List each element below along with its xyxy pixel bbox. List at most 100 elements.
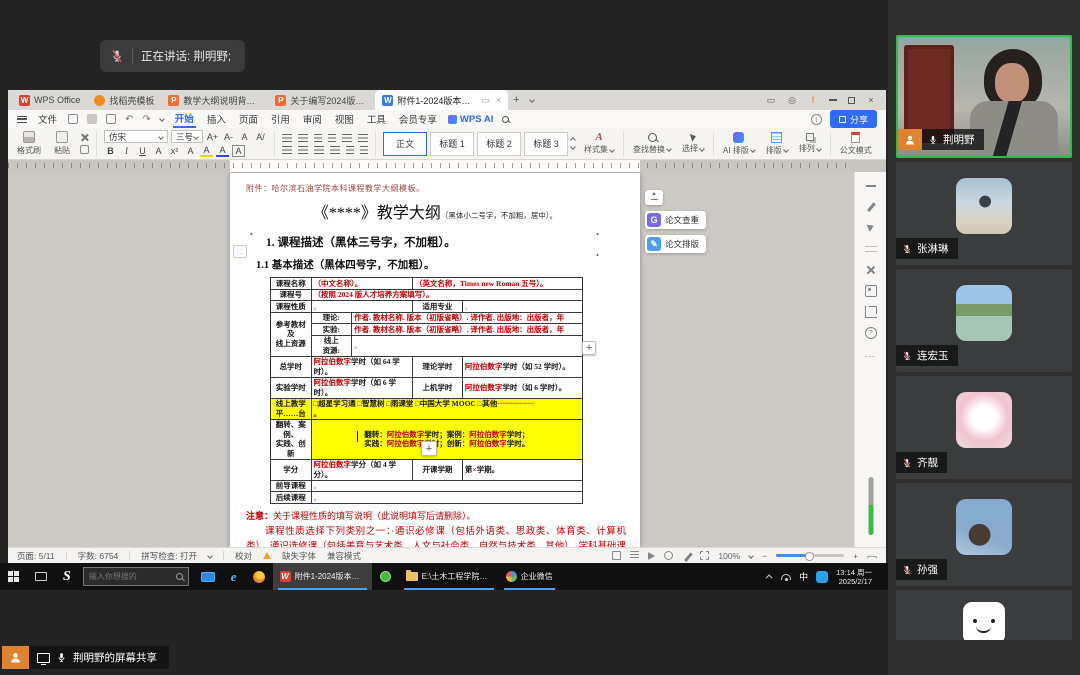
zoom-in-button[interactable]: + <box>853 551 858 561</box>
highlight-color-button[interactable]: A <box>200 145 213 157</box>
maximize-button[interactable] <box>848 97 855 104</box>
typeset-button[interactable]: 排版 <box>764 132 790 156</box>
table-value-cell[interactable]: 作者. 教材名称. 版本（初版省略）. 译作者. 出版地：出版者，年 <box>352 312 583 324</box>
table-label-cell[interactable]: 后续课程 <box>271 492 312 504</box>
taskbar-wecom[interactable]: 企业微信 <box>499 563 560 590</box>
skin-icon[interactable]: ◎ <box>787 95 797 105</box>
table-label-cell[interactable]: 线上资源: <box>311 335 352 356</box>
table-label-cell[interactable]: 翻转、案例、实践、创新 <box>271 419 312 459</box>
table-label-cell[interactable]: 总学时 <box>271 356 312 377</box>
style-heading2[interactable]: 标题 2 <box>477 132 521 156</box>
clear-format-icon[interactable]: A/ <box>254 132 267 142</box>
menu-member[interactable]: 会员专享 <box>397 112 439 126</box>
ink-icon[interactable] <box>682 551 691 560</box>
arrange-button[interactable]: 排列 <box>797 133 823 154</box>
play-view-icon[interactable] <box>648 552 655 560</box>
table-insert-row-button[interactable]: + <box>421 441 437 456</box>
fit-page-icon[interactable] <box>700 551 709 560</box>
table-label-cell[interactable]: 理论学时 <box>412 356 462 377</box>
style-set-button[interactable]: A样式集 <box>582 132 616 155</box>
ai-typeset-button[interactable]: AI 排版 <box>721 132 757 156</box>
layout-mode-icon[interactable]: ▭ <box>766 95 776 105</box>
web-view-icon[interactable] <box>664 551 673 560</box>
style-heading3[interactable]: 标题 3 <box>524 132 568 156</box>
table-label-cell[interactable]: 线上教学平……台 <box>271 398 312 419</box>
zoom-slider[interactable] <box>776 554 844 557</box>
tab-pptx-background[interactable]: P教学大纲说明背景图片.pptx <box>161 90 268 110</box>
italic-button[interactable]: I <box>120 146 133 156</box>
border-icon[interactable] <box>360 146 368 154</box>
table-value-cell[interactable]: 。 <box>311 301 412 313</box>
menu-page[interactable]: 页面 <box>237 112 260 126</box>
font-size-select[interactable]: 三号 <box>171 130 203 143</box>
participant-tile[interactable] <box>896 590 1072 640</box>
tray-expand-icon[interactable] <box>766 574 773 581</box>
participant-tile[interactable]: 齐靓 <box>896 376 1072 479</box>
menu-file[interactable]: 文件 <box>36 112 59 126</box>
table-label-cell[interactable]: 上机学时 <box>412 377 462 398</box>
new-doc-icon[interactable] <box>68 114 78 124</box>
participant-tile[interactable]: 荆明野 <box>896 35 1072 158</box>
image-tool-icon[interactable] <box>865 285 877 297</box>
print-icon[interactable] <box>106 114 116 124</box>
tray-app-icon[interactable] <box>816 571 828 583</box>
line-spacing-icon[interactable] <box>342 134 352 142</box>
table-value-cell[interactable]: 阿拉伯数字学时（如 6 学时）。 <box>311 377 412 398</box>
table-label-cell[interactable]: 适用专业 <box>412 301 462 313</box>
page-view-icon[interactable] <box>612 551 621 560</box>
cut-tool-icon[interactable] <box>865 264 877 276</box>
tab-list-dropdown[interactable] <box>525 90 539 110</box>
table-value-cell[interactable]: 作者. 教材名称. 版本（初版省略）. 译作者. 出版地：出版者，年 <box>352 324 583 336</box>
phonetic-button[interactable]: A <box>184 146 197 156</box>
redo-icon[interactable]: ↷ <box>142 114 150 125</box>
adjust-icon[interactable] <box>865 243 877 255</box>
table-value-cell[interactable]: （中文名称）。 <box>311 278 412 290</box>
participant-tile[interactable]: 孙强 <box>896 483 1072 586</box>
paste-button[interactable]: 粘贴 <box>51 131 73 156</box>
table-value-cell[interactable]: 阿拉伯数字学时（如 64 学时）。 <box>311 356 412 377</box>
align-right-icon[interactable] <box>314 146 324 154</box>
table-value-cell[interactable]: 第×学期。 <box>462 459 582 480</box>
table-value-cell[interactable]: （英文名称，Times new Roman 五号）。 <box>412 278 582 290</box>
horizontal-ruler[interactable] <box>8 160 886 172</box>
close-tab-icon[interactable]: × <box>496 95 501 105</box>
help-icon[interactable]: ? <box>865 327 877 339</box>
table-value-cell[interactable]: □超星学习通 □智慧树 □雨课堂 □中国大学 MOOC □其他┄┄┄┄┄。 <box>311 398 582 419</box>
table-value-cell[interactable]: 阿拉伯数字学时（如 52 学时）。 <box>462 356 582 377</box>
task-view-button[interactable] <box>27 563 55 590</box>
decrease-font-icon[interactable]: A- <box>222 132 235 142</box>
menu-wps-ai[interactable]: WPS AI <box>448 114 493 125</box>
notice-icon[interactable]: ! <box>808 95 818 105</box>
save-icon[interactable] <box>87 114 97 124</box>
increase-font-icon[interactable]: A+ <box>206 132 219 142</box>
hamburger-icon[interactable] <box>17 116 27 123</box>
superscript-button[interactable]: x² <box>168 146 181 156</box>
table-value-cell[interactable]: 。 <box>311 480 582 492</box>
table-handle-icon[interactable]: ⁚⁚ <box>233 245 247 258</box>
start-button[interactable] <box>0 563 27 590</box>
table-label-cell[interactable]: 开课学期 <box>412 459 462 480</box>
style-scroll-down-icon[interactable] <box>570 144 576 150</box>
menu-reference[interactable]: 引用 <box>269 112 292 126</box>
table-value-cell[interactable]: 翻转：阿拉伯数字学时；案例：阿拉伯数字学时；实践：阿拉伯数字学时；创新：阿拉伯数… <box>311 419 582 459</box>
taskbar-folder[interactable]: E:\土木工程学院教... <box>399 563 499 590</box>
tab-pptx-plan[interactable]: P关于编写2024版本科人才培养方案内 <box>268 90 375 110</box>
scrollbar-thumb[interactable] <box>868 477 873 535</box>
missing-font-warning[interactable]: 缺失字体 <box>282 550 316 562</box>
strikethrough-button[interactable]: A <box>152 146 165 156</box>
underline-button[interactable]: U <box>136 146 149 156</box>
upgrade-icon[interactable]: ↑ <box>811 114 822 125</box>
spellcheck-status[interactable]: 拼写检查: 打开 <box>141 550 197 562</box>
taskbar-wps-document[interactable]: W附件1-2024版本科... <box>273 563 372 590</box>
taskbar-clock[interactable]: 13:14 周一 2025/2/17 <box>836 568 872 586</box>
fullscreen-icon[interactable]: ⌐¬ <box>867 551 877 561</box>
zoom-level[interactable]: 100% <box>718 551 740 561</box>
tab-current-document[interactable]: W附件1-2024版本科人才培养方▭× <box>375 90 508 110</box>
fit-width-icon[interactable] <box>865 180 877 192</box>
menu-insert[interactable]: 插入 <box>205 112 228 126</box>
search-input[interactable] <box>89 572 172 581</box>
firefox-button[interactable] <box>245 563 273 590</box>
bold-button[interactable]: B <box>104 146 117 156</box>
participant-tile[interactable]: 张淋琳 <box>896 162 1072 265</box>
copy-icon[interactable] <box>80 145 89 154</box>
